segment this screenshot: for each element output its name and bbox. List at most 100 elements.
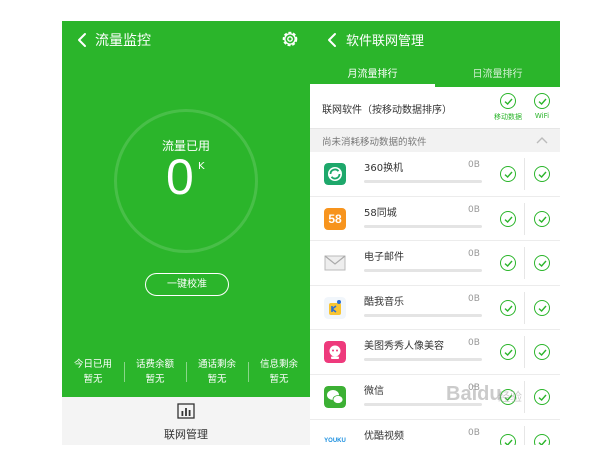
- app-name: 58同城: [364, 207, 397, 219]
- wifi-all-toggle[interactable]: [534, 93, 550, 109]
- kuwo-music-icon: [324, 296, 346, 319]
- app-usage: 0B: [468, 338, 480, 349]
- watermark-logo: Baidu: [446, 383, 502, 405]
- check-icon: [538, 394, 547, 402]
- column-header: 联网软件（按移动数据排序） 移动数据 WiFi: [310, 87, 560, 129]
- app-network-management-screen: 软件联网管理 月流量排行 日流量排行 联网软件（按移动数据排序） 移动数据 Wi…: [310, 21, 560, 445]
- check-icon: [504, 260, 513, 268]
- mobile-data-all-toggle[interactable]: [500, 93, 516, 109]
- list-item: 360换机 0B: [310, 152, 560, 197]
- traffic-monitor-header: 流量监控: [62, 21, 310, 59]
- list-item: 微信 0B: [310, 375, 560, 420]
- column-divider: [524, 291, 525, 324]
- network-management-label: 联网管理: [164, 428, 208, 441]
- app-usage: 0B: [468, 160, 480, 170]
- list-item: 酷我音乐 0B: [310, 286, 560, 331]
- check-icon: [538, 349, 547, 357]
- wifi-toggle[interactable]: [534, 255, 550, 272]
- app-usage: 0B: [468, 427, 480, 438]
- page-title: 软件联网管理: [346, 34, 425, 49]
- stat-value: 暂无: [83, 374, 103, 385]
- mobile-data-toggle[interactable]: [500, 344, 516, 361]
- wifi-toggle[interactable]: [534, 433, 550, 445]
- stat-label: 话费余额: [135, 359, 174, 370]
- check-icon: [504, 98, 513, 106]
- section-header[interactable]: 尚未消耗移动数据的软件: [310, 129, 560, 152]
- check-icon: [504, 305, 513, 312]
- usage-bar: [364, 358, 482, 362]
- stat-label: 通话剩余: [197, 359, 236, 370]
- stat-balance: 话费余额 暂无: [124, 357, 186, 387]
- column-divider: [524, 247, 525, 280]
- wechat-icon: [324, 386, 346, 408]
- stat-label: 今日已用: [73, 359, 112, 370]
- usage-bar: [364, 180, 482, 183]
- mobile-data-toggle[interactable]: [500, 299, 516, 316]
- mobile-data-toggle[interactable]: [500, 433, 516, 445]
- 58-tongcheng-icon: 58: [324, 207, 346, 230]
- app-usage: 0B: [468, 293, 480, 304]
- app-icon-text: YOUKU: [324, 437, 346, 444]
- check-icon: [538, 216, 547, 223]
- usage-unit: K: [198, 161, 205, 172]
- wifi-toggle[interactable]: [534, 166, 550, 182]
- wifi-toggle[interactable]: [534, 210, 550, 227]
- column-divider: [524, 158, 525, 190]
- stat-sms-remaining: 信息剩余 暂无: [248, 357, 310, 387]
- check-icon: [504, 349, 513, 357]
- tab-monthly-ranking[interactable]: 月流量排行: [310, 65, 435, 80]
- app-name: 美图秀秀人像美容: [364, 341, 444, 353]
- wifi-toggle[interactable]: [534, 389, 550, 405]
- list-item: 58 58同城 0B: [310, 197, 560, 242]
- page-title: 流量监控: [95, 33, 151, 49]
- app-name: 优酷视频: [364, 430, 404, 442]
- back-arrow-icon[interactable]: [324, 31, 340, 49]
- check-icon: [538, 305, 547, 312]
- column-header-label: 联网软件（按移动数据排序）: [322, 105, 452, 116]
- stat-value: 暂无: [269, 374, 289, 385]
- chevron-up-icon: [536, 137, 548, 144]
- stat-value: 暂无: [145, 374, 165, 385]
- app-usage: 0B: [468, 249, 480, 260]
- wifi-toggle[interactable]: [534, 344, 550, 361]
- check-icon: [538, 260, 547, 268]
- youku-icon: YOUKU: [324, 430, 346, 445]
- app-network-header: 软件联网管理 月流量排行 日流量排行: [310, 21, 560, 87]
- check-icon: [504, 439, 513, 445]
- 360-switch-icon: [324, 163, 346, 185]
- watermark-sub: 经验: [498, 390, 523, 404]
- check-icon: [538, 439, 547, 445]
- traffic-monitor-screen: 流量监控 流量已用 0 K 一键校准 今日已用 暂无 话费余额 暂无 通话剩余 …: [62, 21, 310, 445]
- email-icon: [324, 252, 346, 274]
- list-item: 电子邮件 0B: [310, 241, 560, 286]
- tab-daily-ranking[interactable]: 日流量排行: [435, 65, 560, 80]
- mobile-data-toggle[interactable]: [500, 210, 516, 227]
- app-list: 360换机 0B 58 58同城 0B 电子邮件 0B 酷我音乐 0B 美图秀秀…: [310, 152, 560, 445]
- mobile-data-toggle[interactable]: [500, 166, 516, 182]
- back-arrow-icon[interactable]: [74, 31, 90, 49]
- stat-label: 信息剩余: [259, 359, 298, 370]
- app-name: 360换机: [364, 163, 404, 174]
- app-name: 酷我音乐: [364, 296, 404, 308]
- app-name: 微信: [364, 386, 384, 397]
- one-click-calibrate-button[interactable]: 一键校准: [145, 273, 229, 296]
- screenshot-stage: 流量监控 流量已用 0 K 一键校准 今日已用 暂无 话费余额 暂无 通话剩余 …: [0, 0, 591, 453]
- check-icon: [538, 171, 547, 179]
- check-icon: [504, 171, 513, 179]
- network-management-entry[interactable]: 联网管理: [62, 397, 310, 445]
- mobile-data-toggle[interactable]: [500, 255, 516, 272]
- settings-gear-icon[interactable]: [280, 29, 300, 49]
- usage-bar: [364, 313, 482, 317]
- usage-bar: [364, 269, 482, 273]
- check-icon: [504, 216, 513, 223]
- app-icon-text: 58: [328, 211, 342, 226]
- column-divider: [524, 336, 525, 369]
- list-item: 美图秀秀人像美容 0B: [310, 330, 560, 375]
- wifi-toggle[interactable]: [534, 299, 550, 316]
- app-usage: 0B: [468, 204, 480, 215]
- check-icon: [538, 98, 547, 106]
- column-divider: [524, 202, 525, 235]
- meitu-icon: [324, 341, 346, 364]
- stat-call-remaining: 通话剩余 暂无: [186, 357, 248, 387]
- stats-bar: 今日已用 暂无 话费余额 暂无 通话剩余 暂无 信息剩余 暂无: [62, 357, 310, 395]
